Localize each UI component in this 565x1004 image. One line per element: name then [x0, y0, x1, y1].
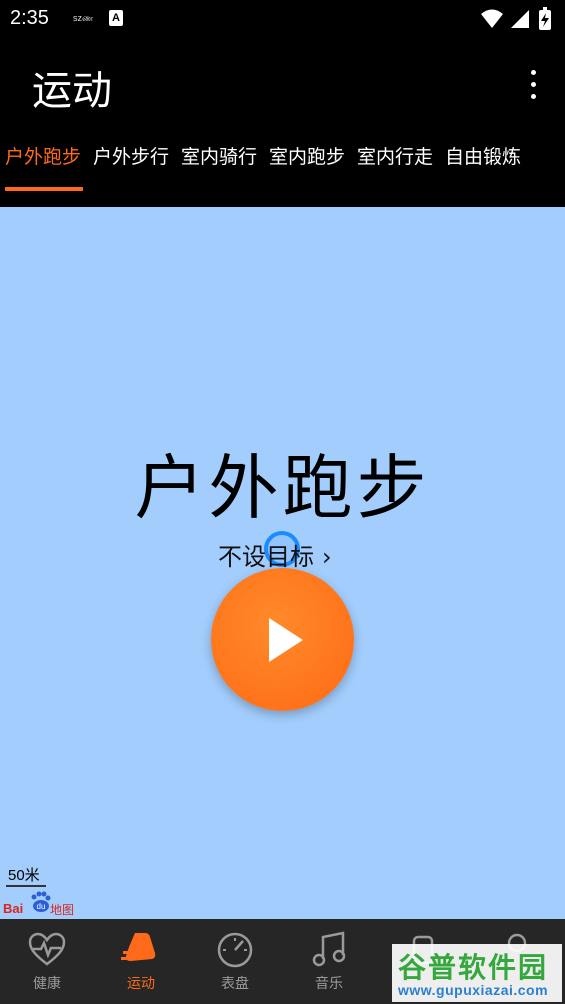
- goal-selector[interactable]: 不设目标 ›: [218, 537, 332, 572]
- screen: 2:35 szண A 运动 户外跑步 户外步行 室内骑行 室内跑步 室内行走 自…: [0, 0, 565, 1004]
- status-badge: A: [109, 10, 123, 26]
- nav-label: 健康: [33, 976, 61, 992]
- play-icon: [269, 618, 303, 662]
- nav-music[interactable]: 音乐: [282, 919, 376, 1004]
- chevron-right-icon: ›: [322, 543, 332, 571]
- nav-health[interactable]: 健康: [0, 919, 94, 1004]
- app-bar: 运动: [0, 40, 565, 132]
- activity-title: 户外跑步: [134, 447, 431, 529]
- nav-label: 表盘: [221, 976, 249, 992]
- watermark: 谷普软件园 www.gupuxiazai.com: [392, 944, 562, 1002]
- baidu-logo-text: Bai: [3, 901, 24, 916]
- tab-label: 室内跑步: [269, 146, 346, 168]
- tab-label: 室内骑行: [181, 146, 258, 168]
- active-tab-indicator: [5, 187, 83, 191]
- status-icons: [481, 7, 551, 30]
- baidu-map-suffix: 地图: [50, 903, 75, 917]
- tab-label: 户外跑步: [5, 146, 82, 168]
- status-notification-text: szண: [73, 13, 94, 23]
- tab-outdoor-run[interactable]: 户外跑步: [0, 132, 88, 207]
- map-scale-bar: [6, 885, 46, 887]
- gauge-icon: [217, 932, 253, 968]
- baidu-map-logo: Bai du 地图: [3, 891, 75, 917]
- tab-indoor-walk[interactable]: 室内行走: [352, 132, 440, 207]
- tab-free-workout[interactable]: 自由锻炼: [440, 132, 528, 207]
- map-scale-label: 50米: [8, 867, 40, 884]
- goal-label: 不设目标: [218, 543, 314, 571]
- nav-label: 运动: [127, 976, 155, 992]
- nav-watch-face[interactable]: 表盘: [188, 919, 282, 1004]
- nav-workout[interactable]: 运动: [94, 919, 188, 1004]
- signal-icon: [511, 10, 529, 28]
- music-note-icon: [312, 931, 346, 967]
- baidu-paw-icon: du: [31, 891, 51, 912]
- tab-indoor-run[interactable]: 室内跑步: [264, 132, 352, 207]
- battery-charging-icon: [539, 7, 551, 30]
- watermark-title: 谷普软件园: [398, 951, 549, 984]
- map-view[interactable]: 户外跑步 不设目标 › 50米 Bai du 地图: [0, 207, 565, 919]
- watermark-url: www.gupuxiazai.com: [398, 982, 549, 998]
- activity-tabs: 户外跑步 户外步行 室内骑行 室内跑步 室内行走 自由锻炼: [0, 132, 565, 207]
- tab-indoor-cycling[interactable]: 室内骑行: [176, 132, 264, 207]
- wifi-icon: [481, 9, 503, 28]
- nav-label: 音乐: [315, 976, 343, 992]
- page-title: 运动: [32, 68, 112, 114]
- baidu-du-text: du: [37, 902, 46, 911]
- start-workout-button[interactable]: [211, 568, 354, 711]
- tab-label: 室内行走: [357, 146, 434, 168]
- running-shoe-icon: [121, 933, 156, 961]
- tab-outdoor-walk[interactable]: 户外步行: [88, 132, 176, 207]
- tab-label: 户外步行: [93, 146, 170, 168]
- tab-label: 自由锻炼: [445, 146, 522, 168]
- more-vertical-icon[interactable]: [523, 66, 543, 106]
- status-bar: 2:35 szண A: [0, 0, 565, 40]
- heart-pulse-icon: [28, 932, 66, 966]
- status-time: 2:35: [10, 7, 49, 29]
